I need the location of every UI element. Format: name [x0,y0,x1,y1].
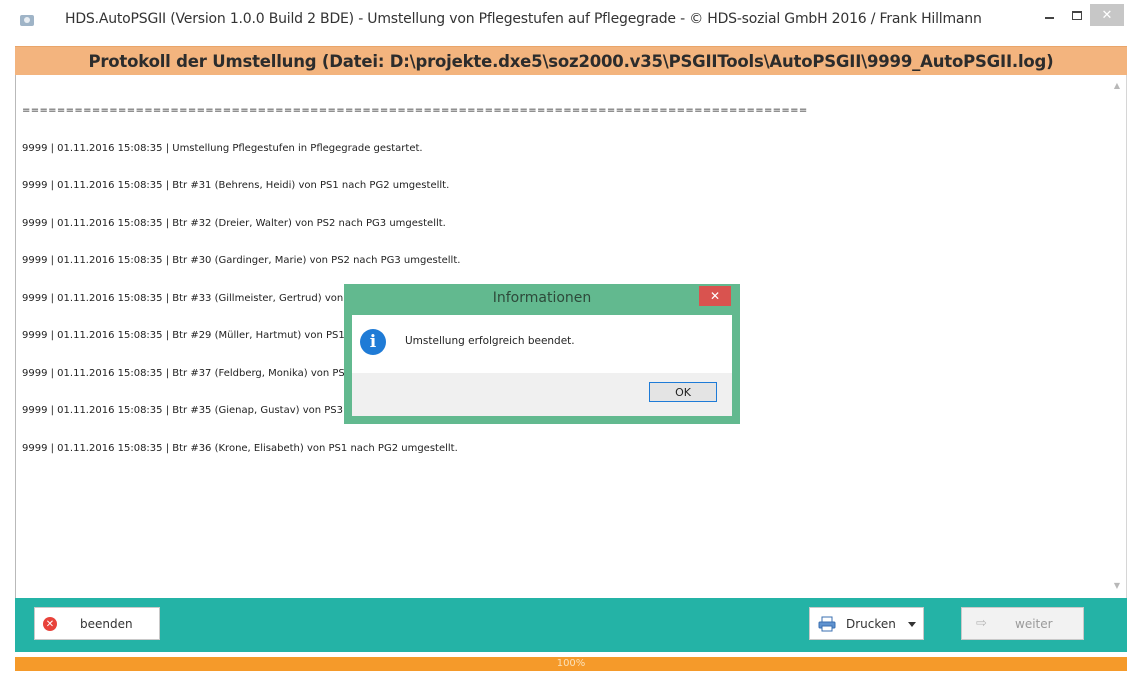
dialog-footer: OK [352,373,732,416]
minimize-button[interactable] [1034,4,1064,26]
drucken-button[interactable]: Drucken [809,607,924,640]
close-icon: ✕ [709,289,721,303]
dialog-titlebar[interactable]: Informationen ✕ [344,284,740,314]
drucken-label: Drucken [846,617,896,631]
window-title: HDS.AutoPSGII (Version 1.0.0 Build 2 BDE… [65,11,982,27]
log-line: 9999 | 01.11.2016 15:08:35 | Umstellung … [22,142,423,154]
dialog-message: Umstellung erfolgreich beendet. [405,335,575,347]
log-line: 9999 | 01.11.2016 15:08:35 | Btr #32 (Dr… [22,217,446,229]
bottom-toolbar: ✕ beenden Drucken ⇨ weiter [15,598,1127,652]
beenden-label: beenden [80,617,133,631]
minimize-icon [1044,17,1054,19]
log-line: 9999 | 01.11.2016 15:08:35 | Btr #36 (Kr… [22,442,458,454]
weiter-button[interactable]: ⇨ weiter [961,607,1084,640]
app-icon [20,15,34,26]
window-titlebar: HDS.AutoPSGII (Version 1.0.0 Build 2 BDE… [0,0,1128,40]
scroll-up-icon[interactable]: ▲ [1112,81,1122,91]
arrow-right-icon: ⇨ [976,616,987,631]
info-icon: i [360,329,386,355]
protocol-header: Protokoll der Umstellung (Datei: D:\proj… [15,46,1127,76]
maximize-button[interactable] [1062,4,1092,26]
progress-label: 100% [556,658,586,669]
log-separator: ========================================… [22,105,808,116]
close-icon: ✕ [1101,7,1113,23]
dialog-close-button[interactable]: ✕ [699,286,731,306]
scroll-down-icon[interactable]: ▼ [1112,581,1122,591]
maximize-icon [1072,10,1082,20]
beenden-button[interactable]: ✕ beenden [34,607,160,640]
log-line: 9999 | 01.11.2016 15:08:35 | Btr #31 (Be… [22,180,450,191]
protocol-title: Protokoll der Umstellung (Datei: D:\proj… [88,51,1054,71]
printer-icon [818,616,836,632]
dialog-body: i Umstellung erfolgreich beendet. OK [352,315,732,416]
progress-bar: 100% [15,657,1127,671]
info-dialog: Informationen ✕ i Umstellung erfolgreich… [344,284,740,424]
close-button[interactable]: ✕ [1090,4,1124,26]
dialog-title: Informationen [492,290,592,306]
chevron-down-icon [908,622,916,627]
weiter-label: weiter [1015,617,1053,631]
ok-button[interactable]: OK [649,382,717,402]
log-line: 9999 | 01.11.2016 15:08:35 | Btr #30 (Ga… [22,255,461,266]
cancel-icon: ✕ [43,617,57,631]
